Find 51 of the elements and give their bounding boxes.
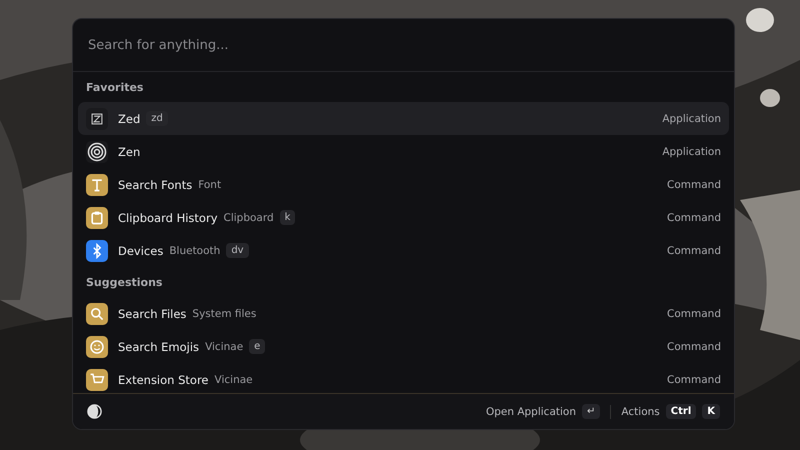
- search-field[interactable]: Search for anything...: [86, 36, 390, 54]
- section-header: Suggestions: [85, 275, 164, 291]
- list-item[interactable]: Search Emojis Vicinae e Command: [78, 330, 729, 363]
- item-title: Search Fonts: [118, 178, 192, 192]
- list-item[interactable]: Search Fonts Font Command: [78, 168, 729, 201]
- smiley-icon: [86, 336, 108, 358]
- item-title: Zen: [118, 144, 140, 158]
- alias-tag: dv: [226, 243, 249, 258]
- alias-tag: zd: [146, 111, 168, 126]
- actions-label[interactable]: Actions: [621, 406, 660, 418]
- item-title: Clipboard History: [118, 210, 218, 224]
- item-title: Zed: [118, 112, 140, 126]
- item-type: Command: [667, 308, 721, 320]
- alias-tag: k: [280, 210, 296, 225]
- item-title: Search Emojis: [118, 340, 200, 354]
- item-subtitle: Vicinae: [214, 374, 253, 386]
- shortcut-key: Ctrl: [666, 404, 696, 419]
- item-type: Command: [667, 374, 721, 386]
- item-type: Command: [667, 212, 721, 224]
- theme-icon[interactable]: [87, 404, 102, 419]
- item-subtitle: System files: [192, 308, 256, 320]
- letter-z-icon: [86, 108, 108, 130]
- item-subtitle: Font: [198, 178, 222, 190]
- bluetooth-icon: [86, 240, 108, 262]
- alias-tag: e: [249, 339, 266, 354]
- list-item[interactable]: Search Files System files Command: [78, 297, 729, 330]
- item-title: Extension Store: [118, 372, 209, 386]
- search-icon: [86, 302, 108, 324]
- item-type: Command: [667, 340, 721, 352]
- section-header: Favorites: [85, 80, 144, 96]
- item-subtitle: Clipboard: [224, 212, 274, 224]
- item-type: Application: [662, 112, 721, 124]
- list-item[interactable]: Extension Store Vicinae Command: [78, 363, 729, 393]
- list-item[interactable]: Devices Bluetooth dv Command: [78, 234, 729, 267]
- item-type: Command: [667, 244, 721, 256]
- letter-t-icon: [86, 174, 108, 196]
- primary-action-label[interactable]: Open Application: [486, 406, 576, 418]
- item-type: Command: [667, 178, 721, 190]
- item-type: Application: [662, 146, 721, 158]
- cart-icon: [86, 368, 108, 390]
- item-title: Search Files: [118, 306, 186, 320]
- item-subtitle: Bluetooth: [169, 244, 220, 256]
- list-item[interactable]: Clipboard History Clipboard k Command: [78, 201, 729, 234]
- list-item[interactable]: Zed zd Application: [78, 102, 729, 135]
- concentric-circles-icon: [86, 140, 108, 162]
- shortcut-key: K: [702, 404, 720, 419]
- list-item[interactable]: Zen Application: [78, 135, 729, 168]
- item-title: Devices: [118, 244, 164, 258]
- clipboard-icon: [86, 206, 108, 228]
- item-subtitle: Vicinae: [205, 340, 244, 352]
- enter-key: ↵: [582, 404, 600, 419]
